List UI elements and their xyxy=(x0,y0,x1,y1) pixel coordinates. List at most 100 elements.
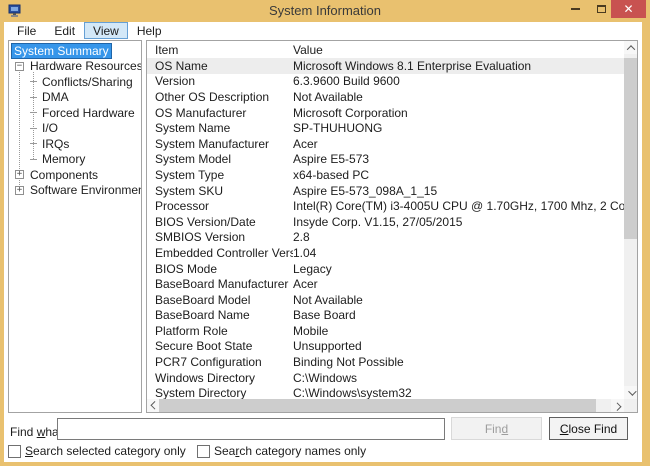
horizontal-scrollbar[interactable] xyxy=(147,399,624,412)
item-cell: Windows Directory xyxy=(147,371,293,385)
window-title: System Information xyxy=(0,3,650,18)
menu-item-edit[interactable]: Edit xyxy=(45,22,84,39)
item-cell: Processor xyxy=(147,199,293,213)
value-cell: Aspire E5-573_098A_1_15 xyxy=(293,184,624,198)
value-cell: Intel(R) Core(TM) i3-4005U CPU @ 1.70GHz… xyxy=(293,199,624,213)
table-row[interactable]: System Typex64-based PC xyxy=(147,167,624,183)
menu-item-help[interactable]: Help xyxy=(128,22,171,39)
system-information-window: { "window": { "title": "System Informati… xyxy=(0,0,650,466)
table-row[interactable]: BaseBoard NameBase Board xyxy=(147,308,624,324)
vertical-scrollbar-thumb[interactable] xyxy=(624,58,637,239)
item-cell: BaseBoard Model xyxy=(147,293,293,307)
table-row[interactable]: BaseBoard ModelNot Available xyxy=(147,292,624,308)
value-cell: Binding Not Possible xyxy=(293,355,624,369)
checkbox-icon[interactable] xyxy=(8,445,21,458)
table-row[interactable]: Embedded Controller Version1.04 xyxy=(147,245,624,261)
table-row[interactable]: System ModelAspire E5-573 xyxy=(147,152,624,168)
table-row[interactable]: Version6.3.9600 Build 9600 xyxy=(147,74,624,90)
scroll-down-button[interactable] xyxy=(624,386,637,399)
menu-item-file[interactable]: File xyxy=(8,22,45,39)
table-row[interactable]: PCR7 ConfigurationBinding Not Possible xyxy=(147,354,624,370)
tree-item-label: IRQs xyxy=(40,137,71,151)
table-row[interactable]: ProcessorIntel(R) Core(TM) i3-4005U CPU … xyxy=(147,198,624,214)
value-cell: Legacy xyxy=(293,262,624,276)
table-row[interactable]: System ManufacturerAcer xyxy=(147,136,624,152)
table-row[interactable]: Windows DirectoryC:\Windows xyxy=(147,370,624,386)
horizontal-scrollbar-thumb[interactable] xyxy=(159,399,596,412)
close-icon: ✕ xyxy=(623,3,633,15)
item-cell: BaseBoard Name xyxy=(147,308,293,322)
table-row[interactable]: System DirectoryC:\Windows\system32 xyxy=(147,385,624,399)
table-row[interactable]: BaseBoard ManufacturerAcer xyxy=(147,276,624,292)
column-header-value[interactable]: Value xyxy=(293,43,624,57)
titlebar[interactable]: System Information ✕ xyxy=(0,0,650,22)
expand-icon[interactable]: + xyxy=(15,170,24,179)
scroll-right-button[interactable] xyxy=(611,399,624,412)
tree-item-irqs[interactable]: IRQs xyxy=(9,136,141,152)
column-header-item[interactable]: Item xyxy=(147,43,293,57)
vertical-scrollbar[interactable] xyxy=(624,41,637,399)
value-cell: Acer xyxy=(293,137,624,151)
value-cell: Acer xyxy=(293,277,624,291)
tree-item-software-environment[interactable]: +Software Environment xyxy=(9,183,141,199)
tree-item-label: Memory xyxy=(40,152,87,166)
tree-item-forced-hardware[interactable]: Forced Hardware xyxy=(9,105,141,121)
item-cell: BIOS Mode xyxy=(147,262,293,276)
item-cell: Other OS Description xyxy=(147,90,293,104)
value-cell: Base Board xyxy=(293,308,624,322)
table-row[interactable]: OS NameMicrosoft Windows 8.1 Enterprise … xyxy=(147,58,624,74)
table-row[interactable]: System NameSP-THUHUONG xyxy=(147,120,624,136)
tree-item-label: Forced Hardware xyxy=(40,106,137,120)
close-button[interactable]: ✕ xyxy=(611,0,646,18)
search-category-names-checkbox[interactable]: Search category names only xyxy=(197,444,366,458)
tree-item-label: Conflicts/Sharing xyxy=(40,75,135,89)
table-row[interactable]: BIOS Version/DateInsyde Corp. V1.15, 27/… xyxy=(147,214,624,230)
value-cell: Microsoft Corporation xyxy=(293,106,624,120)
tree-item-label: DMA xyxy=(40,90,71,104)
chevron-up-icon xyxy=(626,45,634,53)
search-selected-category-checkbox[interactable]: Search selected category only xyxy=(8,444,186,458)
tree-item-dma[interactable]: DMA xyxy=(9,90,141,106)
table-row[interactable]: OS ManufacturerMicrosoft Corporation xyxy=(147,105,624,121)
checkbox-icon[interactable] xyxy=(197,445,210,458)
collapse-icon[interactable]: − xyxy=(15,62,24,71)
item-cell: System SKU xyxy=(147,184,293,198)
tree-item-label: System Summary xyxy=(11,43,112,59)
table-row[interactable]: Platform RoleMobile xyxy=(147,323,624,339)
item-cell: BIOS Version/Date xyxy=(147,215,293,229)
client-area: FileEditViewHelp System Summary−Hardware… xyxy=(4,22,642,462)
menu-item-view[interactable]: View xyxy=(84,22,128,39)
table-row[interactable]: SMBIOS Version2.8 xyxy=(147,230,624,246)
find-input[interactable] xyxy=(57,418,445,440)
tree-item-conflicts-sharing[interactable]: Conflicts/Sharing xyxy=(9,74,141,90)
tree-item-i-o[interactable]: I/O xyxy=(9,121,141,137)
tree-item-system-summary[interactable]: System Summary xyxy=(9,43,141,59)
table-row[interactable]: Secure Boot StateUnsupported xyxy=(147,339,624,355)
close-find-button[interactable]: Close Find xyxy=(549,417,628,440)
expand-icon[interactable]: + xyxy=(15,186,24,195)
item-cell: OS Name xyxy=(147,59,293,73)
tree-item-label: Components xyxy=(28,168,100,182)
chevron-left-icon xyxy=(150,401,158,409)
tree-item-hardware-resources[interactable]: −Hardware Resources xyxy=(9,59,141,75)
tree-item-memory[interactable]: Memory xyxy=(9,152,141,168)
value-cell: SP-THUHUONG xyxy=(293,121,624,135)
minimize-button[interactable] xyxy=(564,0,586,18)
table-row[interactable]: BIOS ModeLegacy xyxy=(147,261,624,277)
scroll-up-button[interactable] xyxy=(624,41,637,54)
tree-branch-line xyxy=(30,97,37,98)
list-header-row: ItemValue xyxy=(147,41,624,58)
tree-branch-line xyxy=(30,143,37,144)
tree-item-components[interactable]: + Components xyxy=(9,167,141,183)
detail-list-panel: ItemValueOS NameMicrosoft Windows 8.1 En… xyxy=(146,40,638,413)
maximize-button[interactable] xyxy=(590,0,612,18)
table-row[interactable]: System SKUAspire E5-573_098A_1_15 xyxy=(147,183,624,199)
find-button[interactable]: Find xyxy=(451,417,542,440)
value-cell: Microsoft Windows 8.1 Enterprise Evaluat… xyxy=(293,59,624,73)
item-cell: Version xyxy=(147,74,293,88)
value-cell: C:\Windows xyxy=(293,371,624,385)
item-cell: Secure Boot State xyxy=(147,339,293,353)
value-cell: Aspire E5-573 xyxy=(293,152,624,166)
table-row[interactable]: Other OS DescriptionNot Available xyxy=(147,89,624,105)
value-cell: Mobile xyxy=(293,324,624,338)
